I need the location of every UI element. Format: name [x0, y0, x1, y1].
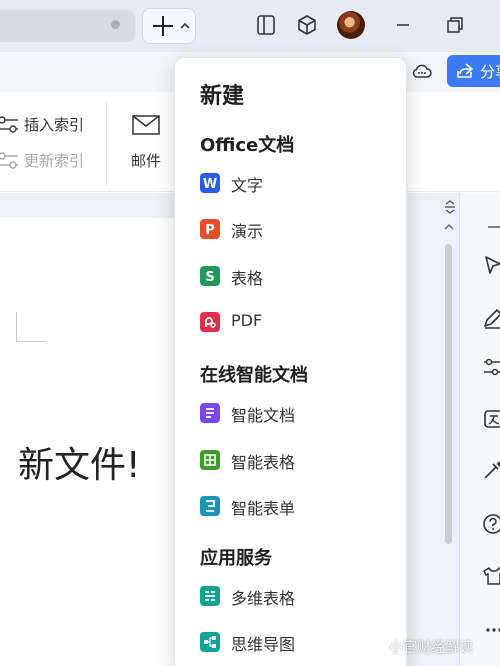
- chevron-up-icon[interactable]: [179, 20, 191, 32]
- menu-item-word[interactable]: W 文字: [190, 163, 395, 203]
- word-icon: W: [200, 173, 220, 193]
- insert-index-label: 插入索引: [24, 116, 85, 134]
- magic-wand-icon[interactable]: [480, 458, 500, 482]
- watermark-logo-icon: [371, 640, 385, 654]
- restore-icon[interactable]: [443, 13, 467, 37]
- watermark: 小官财经解读: [370, 637, 473, 657]
- page-margin-mark: [16, 312, 46, 342]
- menu-item-label: 智能表格: [231, 453, 296, 472]
- plus-icon[interactable]: [150, 13, 176, 39]
- menu-item-pdf[interactable]: PDF: [190, 302, 395, 342]
- cloud-chat-icon[interactable]: [410, 59, 434, 83]
- insert-index-button[interactable]: 插入索引: [0, 114, 84, 135]
- menu-item-spreadsheet[interactable]: S 表格: [190, 256, 395, 296]
- svg-text:W: W: [203, 177, 217, 192]
- phone-screen-icon[interactable]: [254, 13, 278, 37]
- multi-dim-table-icon: [200, 586, 220, 606]
- cursor-icon[interactable]: [480, 253, 500, 277]
- update-index-label: 更新索引: [24, 152, 85, 170]
- ribbon-divider: [106, 102, 107, 186]
- update-index-button[interactable]: 更新索引: [0, 150, 84, 171]
- svg-text:S: S: [205, 270, 214, 285]
- menu-item-label: PDF: [231, 311, 263, 330]
- menu-item-label: 文字: [231, 176, 264, 195]
- menu-item-smart-form[interactable]: 智能表单: [190, 486, 395, 526]
- menu-item-label: 演示: [231, 222, 264, 241]
- collapse-panel-icon[interactable]: [443, 200, 457, 214]
- watermark-text: 小官财经解读: [389, 640, 473, 656]
- divider-line-icon: [488, 226, 500, 228]
- section-title-online: 在线智能文档: [200, 365, 308, 386]
- pen-icon[interactable]: [480, 307, 500, 331]
- minimize-icon[interactable]: [391, 13, 415, 37]
- mail-icon[interactable]: [131, 113, 161, 137]
- avatar[interactable]: [337, 11, 365, 39]
- menu-item-presentation[interactable]: P 演示: [190, 209, 395, 249]
- update-index-icon: [0, 151, 18, 169]
- section-title-office: Office文档: [200, 135, 295, 156]
- smart-doc-icon: [200, 403, 220, 423]
- smart-sheet-icon: [200, 450, 220, 470]
- svg-text:P: P: [205, 223, 215, 238]
- smart-form-icon: [200, 496, 220, 516]
- pdf-icon: [200, 312, 220, 332]
- insert-index-icon: [0, 115, 18, 133]
- new-tab-button[interactable]: [142, 8, 196, 44]
- more-icon[interactable]: [480, 618, 500, 642]
- menu-item-label: 思维导图: [231, 635, 296, 654]
- menu-item-multi-dim-table[interactable]: 多维表格: [190, 576, 395, 616]
- scroll-up-icon[interactable]: [444, 222, 454, 232]
- section-title-services: 应用服务: [200, 548, 272, 569]
- share-label: 分享: [480, 63, 500, 81]
- menu-item-label: 多维表格: [231, 589, 296, 608]
- share-button[interactable]: 分享: [447, 55, 500, 87]
- menu-item-label: 智能文档: [231, 406, 296, 425]
- share-icon: [457, 63, 473, 78]
- menu-title: 新建: [200, 84, 245, 109]
- scroll-thumb[interactable]: [445, 244, 452, 544]
- menu-item-mind-map[interactable]: 思维导图: [190, 622, 395, 662]
- shirt-icon[interactable]: [480, 564, 500, 588]
- menu-item-label: 表格: [231, 269, 264, 288]
- mind-map-icon: [200, 632, 220, 652]
- menu-item-smart-doc[interactable]: 智能文档: [190, 393, 395, 433]
- help-icon[interactable]: [480, 512, 500, 536]
- tab-unsaved-dot: [111, 20, 120, 29]
- cube-icon[interactable]: [295, 13, 319, 37]
- sliders-icon[interactable]: [480, 355, 500, 379]
- document-body-text[interactable]: 新文件!: [18, 436, 140, 488]
- presentation-icon: P: [200, 219, 220, 239]
- mail-label[interactable]: 邮件: [131, 150, 161, 171]
- spreadsheet-icon: S: [200, 266, 220, 286]
- menu-item-smart-sheet[interactable]: 智能表格: [190, 440, 395, 480]
- translate-icon[interactable]: [480, 407, 500, 431]
- menu-item-label: 智能表单: [231, 499, 296, 518]
